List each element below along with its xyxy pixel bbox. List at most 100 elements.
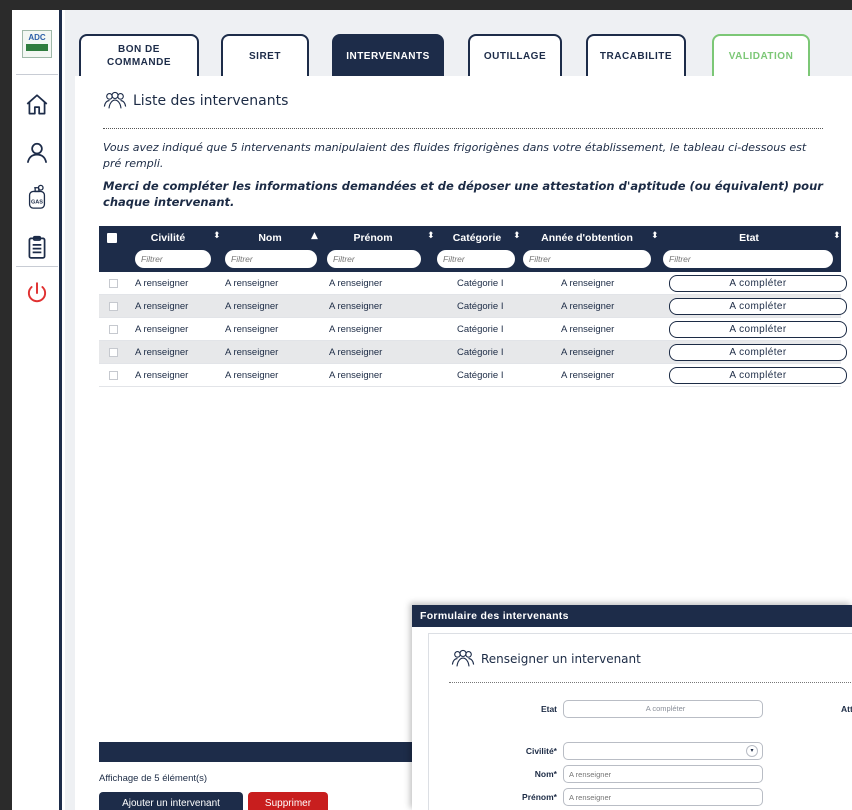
table-header: Civilité ⬍ Nom ▲ Prénom ⬍ Catégorie ⬍ An… [99,226,841,272]
tab-tracabilite[interactable]: TRACABILITE [586,34,686,76]
sidebar-item-gas[interactable]: GAS [20,180,54,214]
step-tabs: BON DE COMMANDE SIRET INTERVENANTS OUTIL… [65,10,852,76]
table-row[interactable]: A renseigner A renseigner A renseigner C… [99,341,847,364]
sidebar-item-home[interactable] [20,88,54,122]
etat-button[interactable]: A compléter [669,367,847,384]
gas-bottle-icon: GAS [28,184,46,209]
select-all-checkbox[interactable] [107,233,117,243]
chevron-down-icon[interactable]: ▾ [746,745,758,757]
logo-text: ADC [28,33,46,42]
tab-intervenants[interactable]: INTERVENANTS [332,34,444,76]
tab-label: VALIDATION [728,50,794,62]
nom-input[interactable] [563,765,763,783]
modal-header: Formulaire des intervenants [412,605,852,627]
sort-asc-icon[interactable]: ▲ [311,231,318,241]
cell-nom: A renseigner [225,278,279,289]
etat-button[interactable]: A compléter [669,275,847,292]
row-checkbox[interactable] [109,279,118,288]
cell-civilite: A renseigner [135,347,189,358]
table-row[interactable]: A renseigner A renseigner A renseigner C… [99,364,847,387]
table-row[interactable]: A renseigner A renseigner A renseigner C… [99,318,847,341]
cell-annee: A renseigner [561,324,615,335]
table-row[interactable]: A renseigner A renseigner A renseigner C… [99,272,847,295]
etat-button[interactable]: A compléter [669,298,847,315]
cell-annee: A renseigner [561,347,615,358]
intro-text: Vous avez indiqué que 5 intervenants man… [103,141,807,170]
tab-outillage[interactable]: OUTILLAGE [468,34,562,76]
tab-bon-de-commande[interactable]: BON DE COMMANDE [79,34,199,76]
tab-label: SIRET [249,50,281,62]
cell-civilite: A renseigner [135,370,189,381]
filter-prenom[interactable] [327,250,421,268]
row-checkbox[interactable] [109,371,118,380]
filter-civilite[interactable] [135,250,211,268]
cell-categorie: Catégorie I [457,278,504,289]
cell-prenom: A renseigner [329,278,383,289]
cell-prenom: A renseigner [329,301,383,312]
section-title-text: Liste des intervenants [133,93,289,109]
cell-categorie: Catégorie I [457,347,504,358]
cell-categorie: Catégorie I [457,370,504,381]
tab-siret[interactable]: SIRET [221,34,309,76]
sort-icon[interactable]: ⬍ [213,231,221,241]
tab-label: TRACABILITE [599,50,673,62]
home-icon [26,94,48,115]
tab-label: INTERVENANTS [346,50,430,62]
cell-prenom: A renseigner [329,324,383,335]
cell-nom: A renseigner [225,370,279,381]
sort-icon[interactable]: ⬍ [651,231,659,241]
prenom-input[interactable] [563,788,763,806]
cell-annee: A renseigner [561,301,615,312]
filter-etat[interactable] [663,250,833,268]
svg-text:GAS: GAS [31,200,43,206]
sidebar-divider [16,266,58,267]
power-icon [27,282,47,303]
column-header-etat[interactable]: Etat [663,232,835,244]
column-header-prenom[interactable]: Prénom [325,232,421,244]
sort-icon[interactable]: ⬍ [833,231,841,241]
sidebar-item-logout[interactable] [20,276,54,310]
app-logo[interactable]: ADC [22,30,52,58]
window-frame-left [0,0,12,810]
row-checkbox[interactable] [109,348,118,357]
sidebar-item-user[interactable] [20,136,54,170]
section-divider [103,128,823,129]
sort-icon[interactable]: ⬍ [513,231,521,241]
modal-divider [449,682,852,683]
clipboard-icon [28,235,46,259]
tab-validation[interactable]: VALIDATION [712,34,810,76]
modal-title: Renseigner un intervenant [451,648,641,670]
sidebar-item-clipboard[interactable] [20,230,54,264]
etat-field: A compléter [563,700,763,718]
civilite-select[interactable]: ▾ [563,742,763,760]
row-checkbox[interactable] [109,302,118,311]
cell-categorie: Catégorie I [457,324,504,335]
cell-nom: A renseigner [225,324,279,335]
column-header-categorie[interactable]: Catégorie [437,232,517,244]
filter-annee[interactable] [523,250,651,268]
column-header-nom[interactable]: Nom [225,232,315,244]
cell-prenom: A renseigner [329,347,383,358]
nom-label: Nom* [534,769,557,779]
filter-nom[interactable] [225,250,317,268]
delete-button[interactable]: Supprimer [248,792,328,810]
group-users-icon [103,91,127,109]
prenom-label: Prénom* [522,792,557,802]
sidebar-divider [16,74,58,75]
civilite-label: Civilité* [525,746,557,756]
sort-icon[interactable]: ⬍ [427,231,435,241]
row-checkbox[interactable] [109,325,118,334]
group-users-icon [451,649,475,667]
tab-label: OUTILLAGE [483,50,547,62]
logo-sub-bar [26,44,48,51]
etat-button[interactable]: A compléter [669,321,847,338]
filter-categorie[interactable] [437,250,515,268]
column-header-annee[interactable]: Année d'obtention [523,232,651,244]
etat-button[interactable]: A compléter [669,344,847,361]
intervenants-table: Civilité ⬍ Nom ▲ Prénom ⬍ Catégorie ⬍ An… [99,226,847,387]
table-row[interactable]: A renseigner A renseigner A renseigner C… [99,295,847,318]
add-intervenant-button[interactable]: Ajouter un intervenant [99,792,243,810]
user-icon [26,142,48,163]
modal-body: Renseigner un intervenant Etat A complét… [428,633,852,810]
column-header-civilite[interactable]: Civilité [133,232,203,244]
